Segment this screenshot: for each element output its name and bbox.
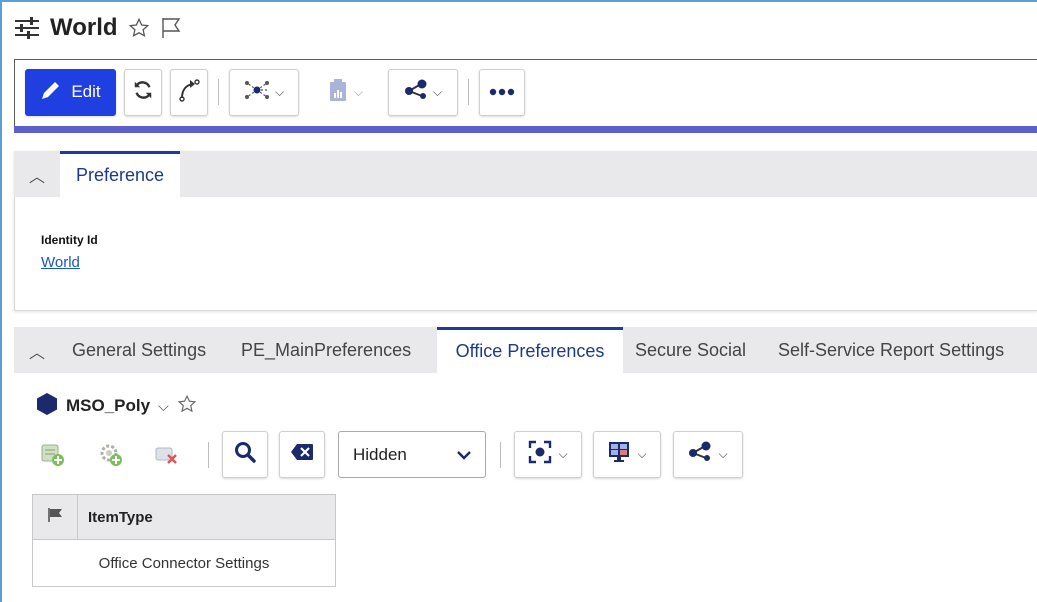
chevron-down-icon: ⌵ xyxy=(637,447,647,461)
chevron-up-icon[interactable]: ︿ xyxy=(29,163,45,187)
module-selector[interactable]: MSO_Poly ⌵ xyxy=(36,392,197,420)
title-bar: World xyxy=(14,10,182,46)
chevron-down-icon: ⌵ xyxy=(718,447,728,461)
toolbar-separator xyxy=(500,442,501,468)
chevron-down-icon xyxy=(457,445,471,465)
window-frame-top xyxy=(0,0,1037,2)
clear-filter-button[interactable] xyxy=(279,431,325,478)
tab-self-service-report-settings[interactable]: Self-Service Report Settings xyxy=(778,327,1004,373)
main-toolbar: Edit ⌵ ⌵ ⌵ xyxy=(25,68,525,116)
search-button[interactable] xyxy=(222,431,268,478)
share-nodes-icon xyxy=(688,441,712,468)
network-dropdown[interactable]: ⌵ xyxy=(229,68,299,116)
clipboard-chart-icon xyxy=(327,78,349,107)
window-frame-left xyxy=(0,0,2,602)
add-settings-icon[interactable] xyxy=(94,440,128,470)
identity-id-link[interactable]: World xyxy=(41,254,80,271)
refresh-icon xyxy=(132,79,154,106)
chevron-down-icon: ⌵ xyxy=(353,84,364,99)
chevron-down-icon: ⌵ xyxy=(558,447,568,461)
report-dropdown[interactable]: ⌵ xyxy=(310,68,380,116)
chevron-down-icon: ⌵ xyxy=(432,84,443,99)
toolbar-separator xyxy=(468,79,469,105)
edit-label: Edit xyxy=(71,82,101,101)
monitor-grid-icon xyxy=(607,440,631,469)
visibility-select[interactable]: Hidden xyxy=(338,431,486,478)
search-icon xyxy=(234,441,256,468)
chevron-down-icon: ⌵ xyxy=(274,84,285,99)
more-button[interactable] xyxy=(479,68,525,116)
share-dropdown[interactable]: ⌵ xyxy=(388,68,458,116)
delete-row-icon[interactable] xyxy=(150,440,184,470)
more-dots-icon xyxy=(489,83,515,101)
identity-id-label: Identity Id xyxy=(41,233,98,247)
share-dropdown[interactable]: ⌵ xyxy=(673,431,743,478)
workflow-button[interactable] xyxy=(170,68,208,116)
module-name: MSO_Poly xyxy=(66,396,151,415)
focus-target-icon xyxy=(528,440,552,469)
sliders-icon xyxy=(14,17,40,39)
flag-icon xyxy=(47,507,63,527)
add-row-icon[interactable] xyxy=(36,440,70,470)
hexagon-icon xyxy=(36,392,58,421)
toolbar-separator xyxy=(208,442,209,468)
toolbar-separator xyxy=(218,79,219,105)
flag-column-header[interactable] xyxy=(33,495,78,539)
tab-general-settings[interactable]: General Settings xyxy=(72,327,206,373)
edit-button[interactable]: Edit xyxy=(25,68,116,116)
column-header-itemtype[interactable]: ItemType xyxy=(78,495,335,539)
page-title: World xyxy=(50,14,118,41)
focus-dropdown[interactable]: ⌵ xyxy=(514,431,582,478)
tab-pe-main-preferences[interactable]: PE_MainPreferences xyxy=(241,327,411,373)
chevron-up-icon[interactable]: ︿ xyxy=(29,339,45,363)
visibility-select-value: Hidden xyxy=(353,444,407,464)
tab-secure-social[interactable]: Secure Social xyxy=(635,327,746,373)
grid-header: ItemType xyxy=(33,495,335,540)
refresh-button[interactable] xyxy=(124,68,162,116)
pencil-icon xyxy=(40,79,62,106)
flag-outline-icon[interactable] xyxy=(160,16,182,40)
display-dropdown[interactable]: ⌵ xyxy=(593,431,661,478)
table-row[interactable]: Office Connector Settings xyxy=(33,540,335,586)
share-nodes-icon xyxy=(404,79,428,106)
tab-office-preferences[interactable]: Office Preferences xyxy=(437,327,623,373)
tab-preference[interactable]: Preference xyxy=(60,151,180,197)
chevron-down-icon[interactable]: ⌵ xyxy=(158,398,169,415)
backspace-icon xyxy=(290,443,314,466)
items-grid: ItemType Office Connector Settings xyxy=(32,494,336,587)
star-outline-icon[interactable] xyxy=(177,394,197,419)
toolbar-accent-bar xyxy=(14,126,1037,133)
network-nodes-icon xyxy=(244,79,270,106)
workflow-arrow-icon xyxy=(177,78,201,107)
star-outline-icon[interactable] xyxy=(128,17,150,39)
